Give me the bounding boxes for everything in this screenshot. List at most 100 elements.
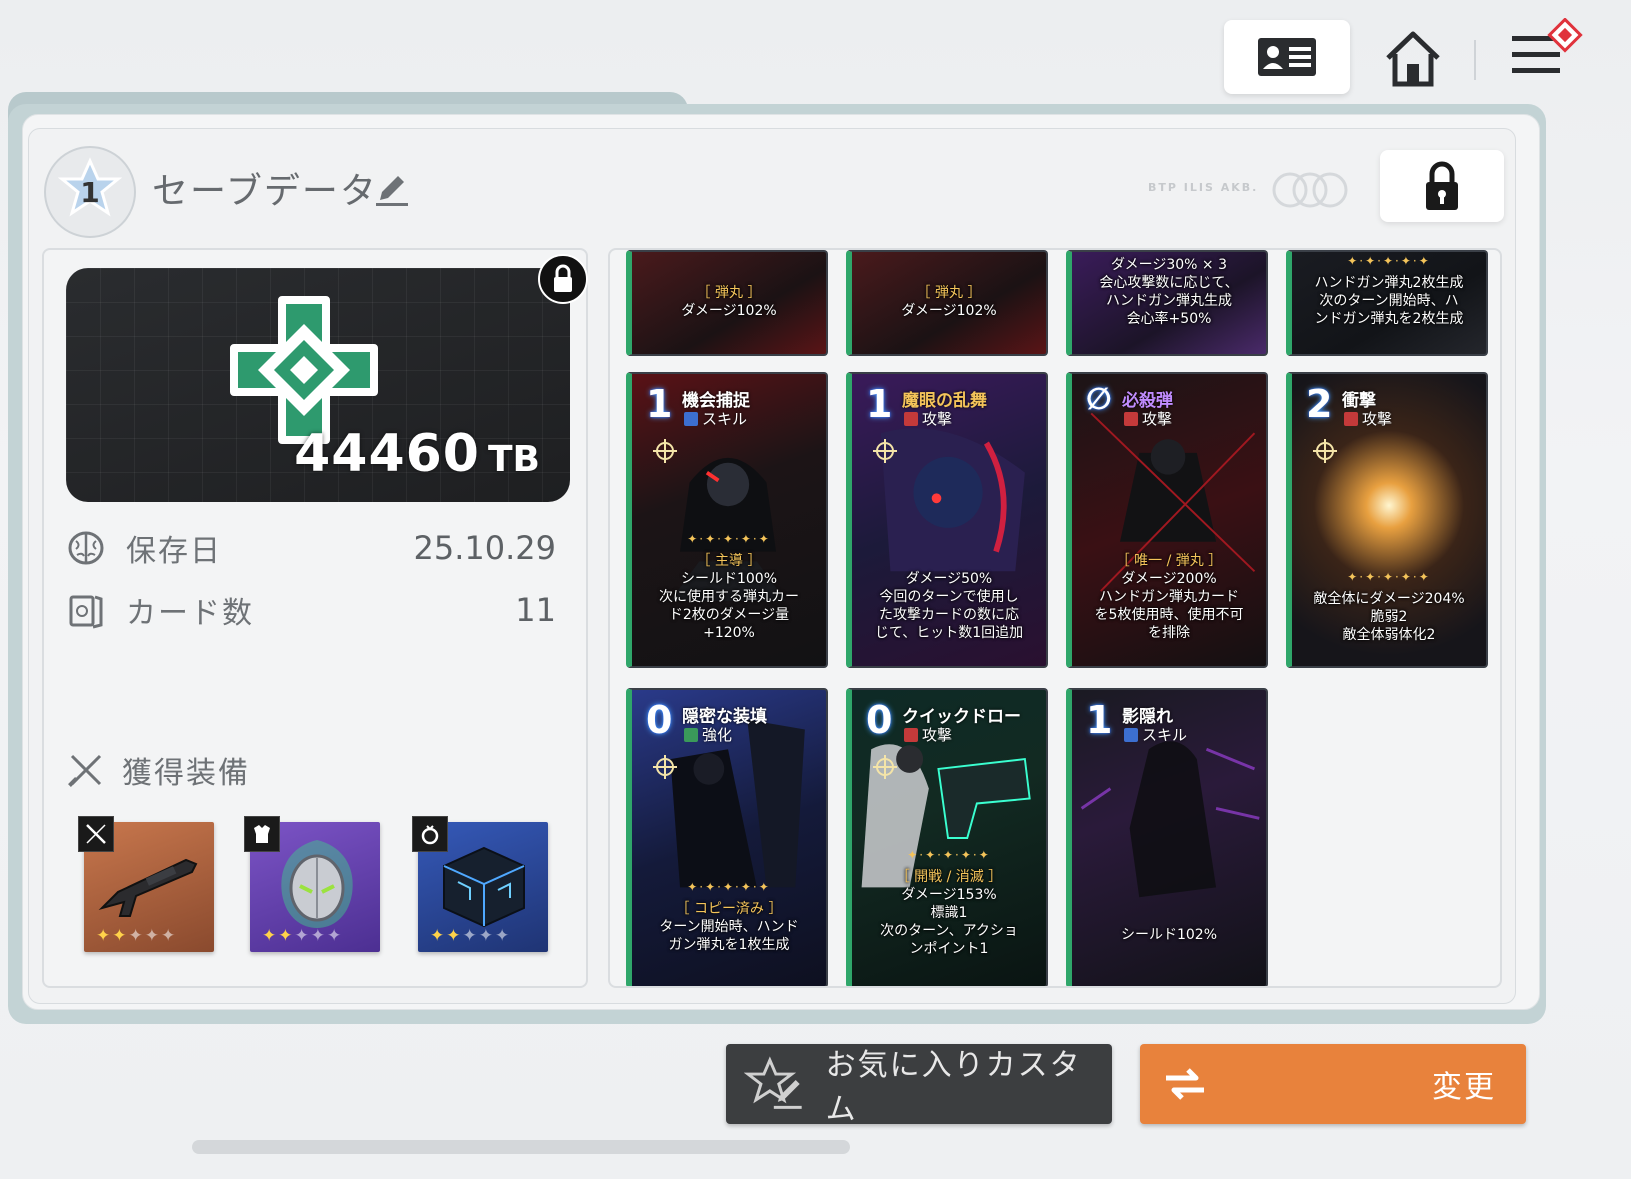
faint-label: BTP ILIS AKB. bbox=[1148, 181, 1259, 194]
deck-card-quick-draw[interactable]: 0 クイックドロー 攻撃 ✦·✦·✦·✦·✦ ［ 開戦 / 消滅 ］ ダメージ1… bbox=[846, 688, 1048, 986]
card-description: 次のターン開始時、ハ bbox=[1319, 293, 1459, 309]
deck-card-magan-no-ranbu[interactable]: 1 魔眼の乱舞 攻撃 ダメージ50% 今回のターンで使用し た攻撃カードの数に応… bbox=[846, 372, 1048, 668]
card-description: ハンドガン弾丸生成 bbox=[1106, 293, 1232, 309]
card-type-label: スキル bbox=[1142, 726, 1188, 744]
card-ornament: ✦·✦·✦·✦·✦ bbox=[1347, 254, 1431, 268]
card-count-value: 11 bbox=[515, 591, 556, 629]
card-description: 次のターン、アクショ bbox=[880, 923, 1018, 939]
card-cost: 0 bbox=[646, 698, 673, 742]
card-description: ダメージ102% bbox=[681, 303, 777, 319]
deck-card[interactable]: ✦·✦·✦·✦·✦ ハンドガン弾丸2枚生成 次のターン開始時、ハ ンドガン弾丸を… bbox=[1286, 250, 1488, 356]
card-ornament: ✦·✦·✦·✦·✦ bbox=[1347, 570, 1431, 584]
card-description: ド2枚のダメージ量 bbox=[668, 607, 790, 623]
equipment-title: 獲得装備 bbox=[122, 756, 250, 791]
card-description: を排除 bbox=[1148, 625, 1190, 641]
card-description: +120% bbox=[703, 625, 755, 641]
rarity-stars: ✦✦✦✦✦ bbox=[96, 926, 178, 946]
card-description: 敵全体にダメージ204% bbox=[1313, 591, 1465, 607]
capacity-value: 44460 TB bbox=[294, 424, 540, 484]
deck-card-grid[interactable]: ［ 弾丸 ］ ダメージ102% ［ 弾丸 ］ ダメージ102% ダメージ30% … bbox=[608, 248, 1502, 988]
deck-card[interactable]: ［ 弾丸 ］ ダメージ102% bbox=[626, 250, 828, 356]
brain-icon bbox=[66, 528, 106, 568]
capacity-number: 44460 bbox=[294, 424, 480, 484]
home-icon bbox=[1386, 31, 1440, 87]
card-description: ンポイント1 bbox=[909, 941, 989, 957]
deck-card[interactable]: ［ 弾丸 ］ ダメージ102% bbox=[846, 250, 1048, 356]
card-type: 攻撃 bbox=[904, 724, 952, 745]
card-type: 攻撃 bbox=[1344, 408, 1392, 429]
lock-button[interactable] bbox=[1380, 150, 1504, 222]
equipment-item-helmet[interactable]: ✦✦✦✦✦ bbox=[244, 816, 380, 952]
menu-button[interactable] bbox=[1508, 18, 1588, 88]
card-description: ンドガン弾丸を2枚生成 bbox=[1314, 311, 1464, 327]
topbar-divider bbox=[1474, 40, 1476, 80]
card-count-row: カード数 11 bbox=[66, 590, 556, 631]
card-description: 敵全体弱体化2 bbox=[1342, 627, 1436, 643]
card-ornament: ✦·✦·✦·✦·✦ bbox=[907, 848, 991, 862]
pencil-edit-icon[interactable] bbox=[374, 172, 410, 208]
crosshair-icon bbox=[1313, 439, 1337, 463]
card-cost: ∅ bbox=[1086, 382, 1112, 417]
card-count-label: カード数 bbox=[126, 596, 254, 631]
equipment-item-rifle[interactable]: ✦✦✦✦✦ bbox=[78, 816, 214, 952]
card-type-label: 攻撃 bbox=[922, 410, 953, 428]
attack-type-icon bbox=[1124, 412, 1138, 426]
card-description: じて、ヒット数1回追加 bbox=[874, 625, 1024, 641]
card-description: 会心攻撃数に応じて、 bbox=[1099, 275, 1239, 291]
attack-type-icon bbox=[904, 728, 918, 742]
card-description: ターン開始時、ハンド bbox=[659, 919, 799, 935]
card-description: を5枚使用時、使用不可 bbox=[1094, 607, 1244, 623]
id-card-icon bbox=[1258, 38, 1316, 76]
card-tag: ［ 唯一 / 弾丸 ］ bbox=[1115, 553, 1223, 569]
crosshair-icon bbox=[653, 755, 677, 779]
capacity-card: 44460 TB bbox=[66, 268, 570, 502]
card-cost: 1 bbox=[646, 382, 673, 426]
card-description: ダメージ200% bbox=[1121, 571, 1217, 587]
card-description: シールド100% bbox=[680, 571, 778, 587]
rifle-icon bbox=[98, 858, 198, 917]
card-type-label: 攻撃 bbox=[1362, 410, 1393, 428]
card-description: ダメージ102% bbox=[901, 303, 997, 319]
crossed-swords-icon bbox=[68, 754, 102, 787]
profile-button[interactable] bbox=[1224, 20, 1350, 94]
card-description: ガン弾丸を1枚生成 bbox=[668, 937, 790, 953]
favorite-custom-button[interactable]: お気に入りカスタム bbox=[726, 1044, 1112, 1127]
equipment-section-title: 獲得装備 bbox=[66, 750, 250, 791]
card-type: 攻撃 bbox=[904, 408, 952, 429]
card-tag: ［ コピー済み ］ bbox=[675, 901, 783, 917]
card-type-label: スキル bbox=[702, 410, 748, 428]
favorite-custom-label: お気に入りカスタム bbox=[825, 1048, 1082, 1127]
hamburger-menu-icon bbox=[1512, 18, 1583, 73]
rarity-stars: ✦✦✦✦✦ bbox=[262, 926, 344, 946]
padlock-icon bbox=[554, 264, 572, 292]
deck-card-onmitsu-souten[interactable]: 0 隠密な装填 強化 ✦·✦·✦·✦·✦ ［ コピー済み ］ ターン開始時、ハン… bbox=[626, 688, 828, 986]
skill-type-icon bbox=[1124, 728, 1138, 742]
card-cost: 1 bbox=[1086, 698, 1113, 742]
card-type-label: 攻撃 bbox=[922, 726, 953, 744]
crosshair-icon bbox=[873, 439, 897, 463]
deck-card-kikai-hosoku[interactable]: 1 機会捕捉 スキル ✦·✦·✦·✦·✦ ［ 主導 ］ シールド100% 次に使… bbox=[626, 372, 828, 668]
deck-card-shougeki[interactable]: 2 衝撃 攻撃 ✦·✦·✦·✦·✦ 敵全体にダメージ204% 脆弱2 敵全体弱体… bbox=[1286, 372, 1488, 668]
card-description: ダメージ153% bbox=[901, 887, 997, 903]
card-cost: 0 bbox=[866, 698, 893, 742]
deck-card[interactable]: ダメージ30% × 3 会心攻撃数に応じて、 ハンドガン弾丸生成 会心率+50% bbox=[1066, 250, 1268, 356]
card-tag: ［ 弾丸 ］ bbox=[916, 285, 982, 301]
deck-card-kagegakure[interactable]: 1 影隠れ スキル シールド102% bbox=[1066, 688, 1268, 986]
card-ornament: ✦·✦·✦·✦·✦ bbox=[687, 532, 771, 546]
card-description: た攻撃カードの数に応 bbox=[879, 607, 1019, 623]
save-date-label: 保存日 bbox=[126, 534, 222, 569]
equipment-item-cube[interactable]: ✦✦✦✦✦ bbox=[412, 816, 548, 952]
change-button[interactable]: 変更 bbox=[1140, 1044, 1526, 1124]
horizontal-scrollbar[interactable] bbox=[192, 1140, 850, 1154]
skill-type-icon bbox=[684, 412, 698, 426]
attack-type-icon bbox=[904, 412, 918, 426]
save-data-title: セーブデータ bbox=[152, 171, 378, 212]
card-type-label: 強化 bbox=[702, 726, 733, 744]
home-button[interactable] bbox=[1378, 24, 1448, 94]
deck-card-hissatsudan[interactable]: ∅ 必殺弾 攻撃 ［ 唯一 / 弾丸 ］ ダメージ200% ハンドガン弾丸カード… bbox=[1066, 372, 1268, 668]
capacity-lock-badge[interactable] bbox=[538, 254, 588, 304]
change-label: 変更 bbox=[1432, 1070, 1496, 1105]
card-description: 脆弱2 bbox=[1370, 609, 1408, 625]
star-edit-icon bbox=[744, 1056, 802, 1109]
crosshair-icon bbox=[653, 439, 677, 463]
